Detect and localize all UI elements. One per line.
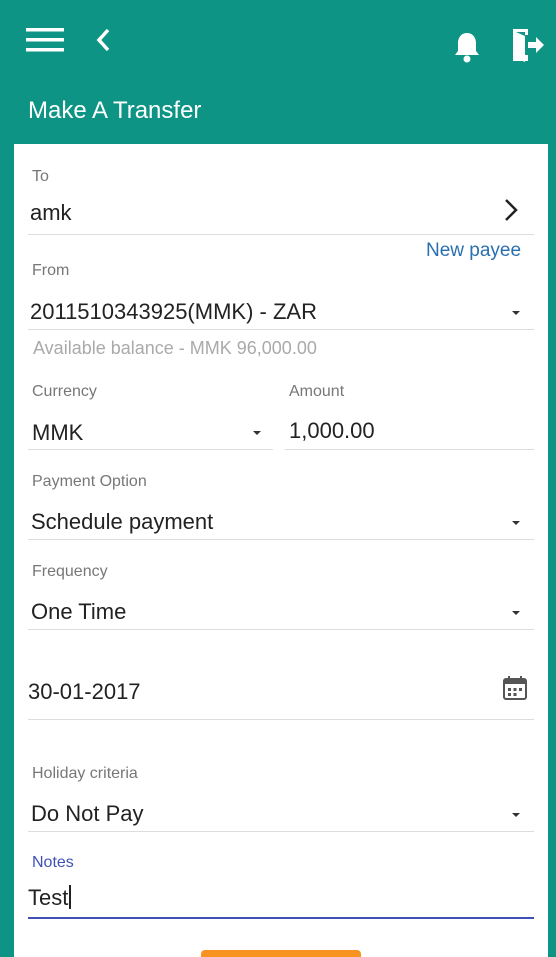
currency-dropdown-caret-icon[interactable] [253,431,261,435]
frequency-underline [28,629,534,630]
currency-label: Currency [32,383,97,400]
back-chevron-icon[interactable] [94,27,114,55]
notes-label: Notes [32,854,74,871]
payment-option-select[interactable]: Schedule payment [31,509,213,535]
date-input[interactable]: 30-01-2017 [28,679,141,705]
submit-button[interactable] [201,950,361,957]
to-label: To [32,168,49,185]
app-screen: Make A Transfer To amk New payee From 20… [0,0,556,957]
frequency-caret-icon[interactable] [512,611,520,615]
notes-input[interactable]: Test [28,885,72,911]
to-payee-field[interactable]: amk [30,200,72,226]
notes-focused-underline [28,917,534,919]
frequency-label: Frequency [32,563,108,580]
transfer-form-card: Make A Transfer To amk New payee From 20… [14,78,548,957]
logout-icon[interactable] [510,26,546,64]
to-underline [28,234,534,235]
payment-option-underline [28,539,534,540]
holiday-criteria-label: Holiday criteria [32,765,138,782]
holiday-criteria-select[interactable]: Do Not Pay [31,801,144,827]
holiday-criteria-caret-icon[interactable] [512,813,520,817]
payment-option-caret-icon[interactable] [512,521,520,525]
calendar-icon[interactable] [502,675,528,701]
currency-select[interactable]: MMK [32,420,83,446]
date-underline [28,719,534,720]
chevron-right-icon[interactable] [501,197,521,225]
menu-icon[interactable] [26,27,66,53]
payment-option-label: Payment Option [32,473,147,490]
amount-input[interactable]: 1,000.00 [289,418,375,444]
new-payee-link[interactable]: New payee [426,240,521,262]
bell-icon[interactable] [452,30,482,64]
page-title: Make A Transfer [28,97,202,124]
from-label: From [32,262,70,279]
text-cursor [69,885,72,909]
frequency-select[interactable]: One Time [31,599,126,625]
available-balance-hint: Available balance - MMK 96,000.00 [33,338,317,358]
holiday-criteria-underline [28,831,534,832]
top-app-bar [0,0,556,76]
from-underline [28,329,534,330]
notes-text: Test [28,885,69,910]
card-header: Make A Transfer [14,78,548,144]
amount-label: Amount [289,383,345,400]
amount-underline [285,449,534,450]
from-account-select[interactable]: 2011510343925(MMK) - ZAR [30,299,317,325]
currency-underline [28,449,273,450]
from-dropdown-caret-icon[interactable] [512,311,520,315]
